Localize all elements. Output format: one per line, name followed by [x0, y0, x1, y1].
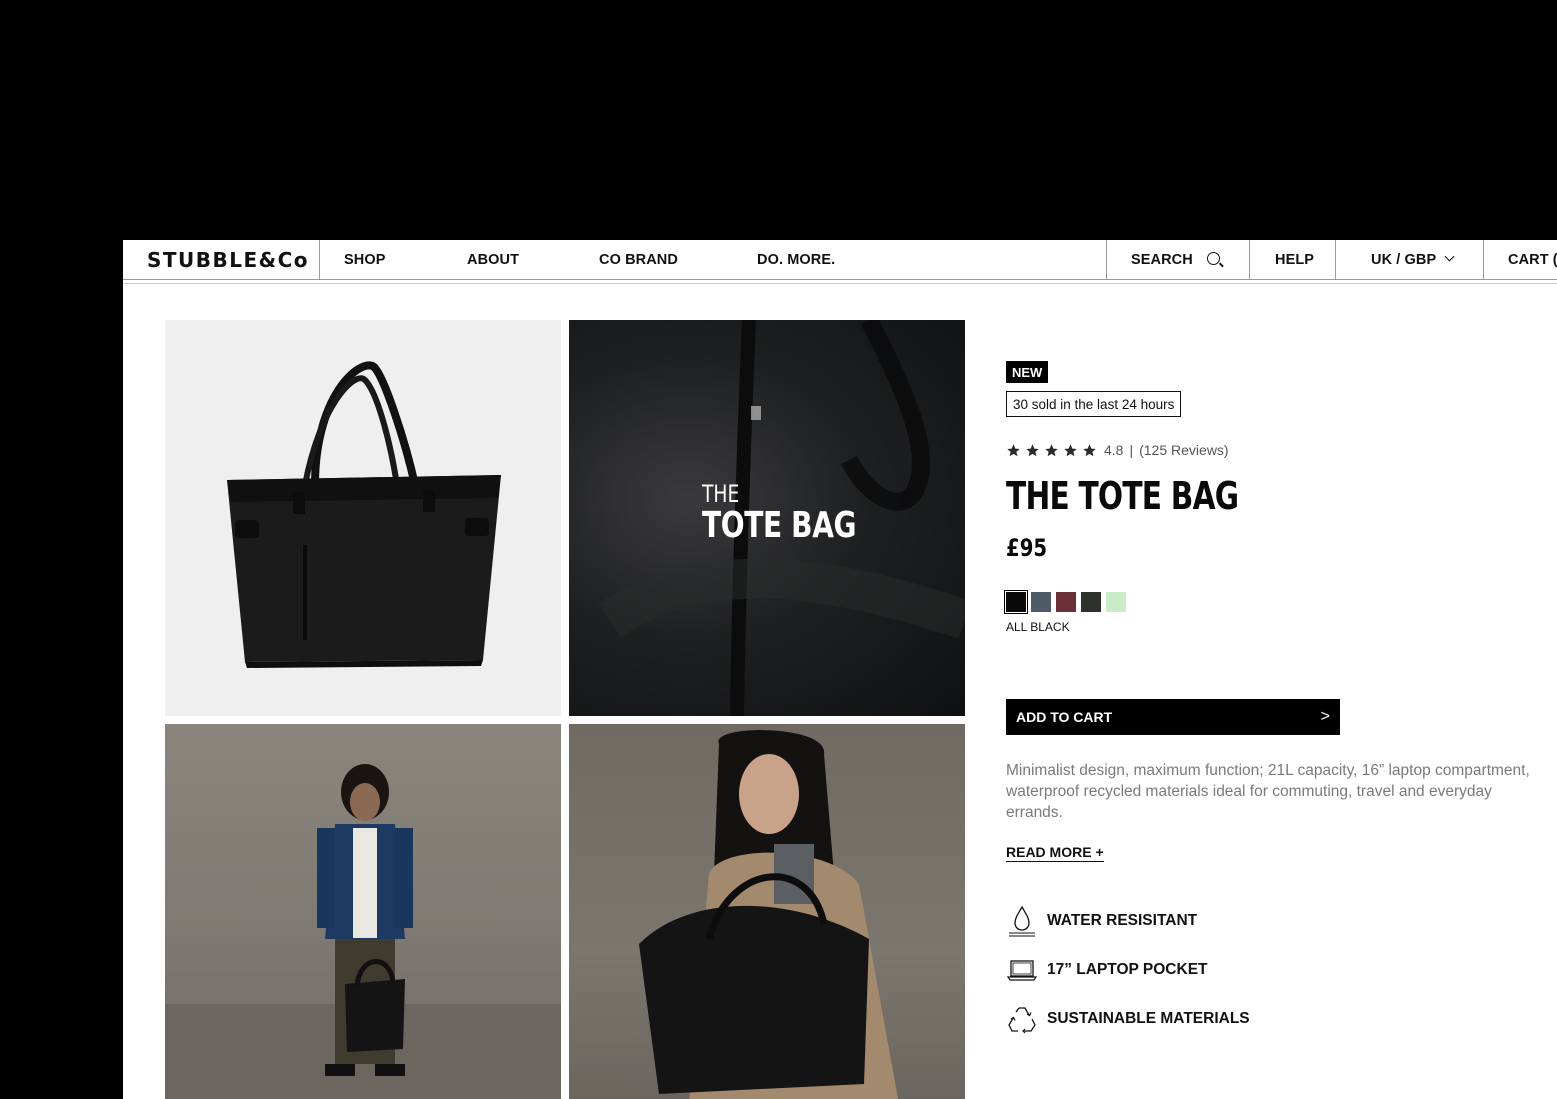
search-button[interactable]: SEARCH: [1131, 240, 1220, 279]
nav-divider: [1483, 240, 1484, 279]
product-title: THE TOTE BAG: [1006, 474, 1239, 518]
arrow-right-icon: >: [1320, 708, 1330, 725]
review-count[interactable]: (125 Reviews): [1139, 442, 1228, 458]
nav-link-co-brand[interactable]: CO BRAND: [599, 240, 678, 279]
new-badge: NEW: [1006, 361, 1049, 383]
man-with-bag-photo: [165, 764, 561, 1099]
product-page: STUBBLE&Co SHOP ABOUT CO BRAND DO. MORE.…: [123, 240, 1557, 1099]
feature-label: WATER RESISITANT: [1047, 912, 1198, 929]
star-icon: [1083, 443, 1096, 456]
nav-underline: [123, 283, 1557, 284]
selected-colour-label: ALL BLACK: [1006, 620, 1070, 634]
locale-selector[interactable]: UK / GBP: [1371, 240, 1455, 279]
overlay-line-1: THE: [702, 480, 740, 508]
nav-divider: [319, 240, 320, 279]
star-icon: [1007, 443, 1020, 456]
feature-laptop-pocket: 17” LAPTOP POCKET: [1006, 953, 1208, 987]
search-label: SEARCH: [1131, 251, 1193, 268]
read-more-link[interactable]: READ MORE +: [1006, 844, 1104, 862]
top-navigation: STUBBLE&Co SHOP ABOUT CO BRAND DO. MORE.…: [123, 240, 1557, 280]
star-rating: [1006, 443, 1101, 458]
nav-link-do-more[interactable]: DO. MORE.: [757, 240, 835, 279]
chevron-down-icon: [1444, 251, 1455, 262]
nav-divider: [1249, 240, 1250, 279]
nav-link-about[interactable]: ABOUT: [467, 240, 519, 279]
star-icon: [1026, 443, 1039, 456]
feature-water-resistant: WATER RESISITANT: [1006, 904, 1197, 938]
add-to-cart-button[interactable]: ADD TO CART >: [1006, 699, 1340, 735]
recycle-icon: [1008, 1007, 1036, 1034]
feature-label: SUSTAINABLE MATERIALS: [1047, 1010, 1250, 1027]
feature-sustainable: SUSTAINABLE MATERIALS: [1006, 1002, 1250, 1036]
search-icon: [1206, 252, 1220, 265]
locale-label: UK / GBP: [1371, 251, 1437, 268]
star-icon: [1064, 443, 1077, 456]
nav-divider: [1335, 240, 1336, 279]
sold-count-badge: 30 sold in the last 24 hours: [1006, 391, 1182, 417]
swatch-slate[interactable]: [1031, 592, 1051, 612]
overlay-line-2: TOTE BAG: [702, 505, 857, 546]
swatch-burgundy[interactable]: [1056, 592, 1076, 612]
rating-value: 4.8: [1104, 442, 1124, 458]
swatch-mint[interactable]: [1106, 592, 1126, 612]
water-drop-icon: [1009, 905, 1035, 937]
lifestyle-image-man[interactable]: [165, 724, 561, 1099]
woman-with-bag-photo: [639, 730, 899, 1099]
overlay-title: THE TOTE BAG: [702, 482, 900, 544]
swatch-all-black[interactable]: [1004, 590, 1028, 614]
lifestyle-image-woman[interactable]: [569, 724, 965, 1099]
add-to-cart-label: ADD TO CART: [1016, 709, 1113, 725]
rating-separator: |: [1129, 442, 1134, 458]
colour-swatches: [1004, 590, 1126, 614]
rating-summary[interactable]: 4.8 | (125 Reviews): [1006, 439, 1229, 461]
cart-link[interactable]: CART (0): [1508, 240, 1557, 279]
nav-link-shop[interactable]: SHOP: [344, 240, 386, 279]
product-image-closeup[interactable]: THE TOTE BAG: [569, 320, 965, 716]
product-price: £95: [1006, 534, 1048, 562]
laptop-icon: [1006, 960, 1038, 981]
nav-divider: [1106, 240, 1107, 279]
tote-bag-image: [227, 361, 501, 668]
product-image-main[interactable]: [165, 320, 561, 716]
help-link[interactable]: HELP: [1275, 240, 1314, 279]
star-icon: [1045, 443, 1058, 456]
brand-logo[interactable]: STUBBLE&Co: [147, 240, 309, 279]
swatch-forest[interactable]: [1081, 592, 1101, 612]
product-description: Minimalist design, maximum function; 21L…: [1006, 762, 1530, 821]
feature-label: 17” LAPTOP POCKET: [1047, 961, 1208, 978]
